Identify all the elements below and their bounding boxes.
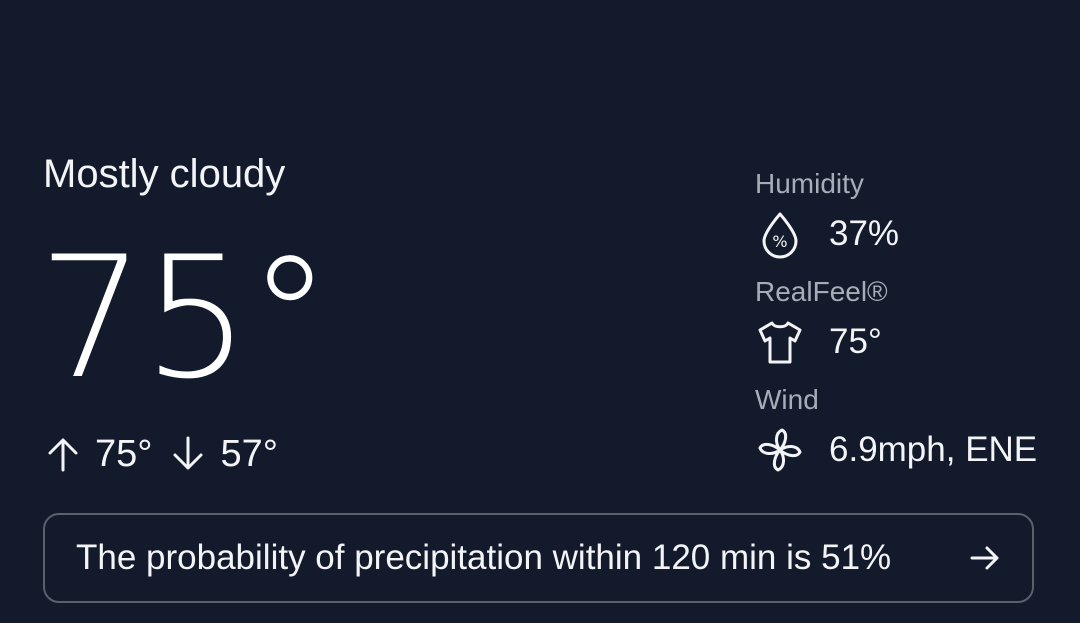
humidity-row: % 37% bbox=[755, 204, 1065, 264]
precipitation-banner[interactable]: The probability of precipitation within … bbox=[43, 513, 1034, 603]
precipitation-text: The probability of precipitation within … bbox=[76, 538, 892, 577]
humidity-label: Humidity bbox=[755, 168, 864, 199]
arrow-right-icon bbox=[970, 546, 999, 570]
wind-label: Wind bbox=[755, 384, 819, 415]
weather-card: Mostly cloudy 75° 75° 57° Humidity % 37%… bbox=[0, 0, 1080, 623]
svg-text:%: % bbox=[772, 232, 787, 251]
weather-condition: Mostly cloudy bbox=[43, 152, 286, 196]
tshirt-icon bbox=[755, 316, 807, 368]
weather-details: Humidity % 37% RealFeel® 75° Wind 6.9mph… bbox=[755, 164, 1065, 488]
wind-value: 6.9mph, ENE bbox=[829, 430, 1038, 469]
humidity-value: 37% bbox=[829, 214, 900, 253]
fan-icon bbox=[755, 424, 807, 476]
humidity-drop-icon: % bbox=[755, 208, 807, 260]
arrow-down-icon bbox=[173, 436, 203, 470]
high-temperature: 75° bbox=[95, 432, 153, 475]
low-temperature: 57° bbox=[220, 432, 278, 475]
high-low-temperature: 75° 57° bbox=[43, 428, 294, 480]
realfeel-row: 75° bbox=[755, 312, 1065, 372]
arrow-up-icon bbox=[48, 438, 78, 472]
realfeel-label: RealFeel® bbox=[755, 276, 888, 307]
realfeel-value: 75° bbox=[829, 322, 882, 361]
wind-row: 6.9mph, ENE bbox=[755, 420, 1065, 480]
current-temperature: 75° bbox=[38, 220, 332, 416]
